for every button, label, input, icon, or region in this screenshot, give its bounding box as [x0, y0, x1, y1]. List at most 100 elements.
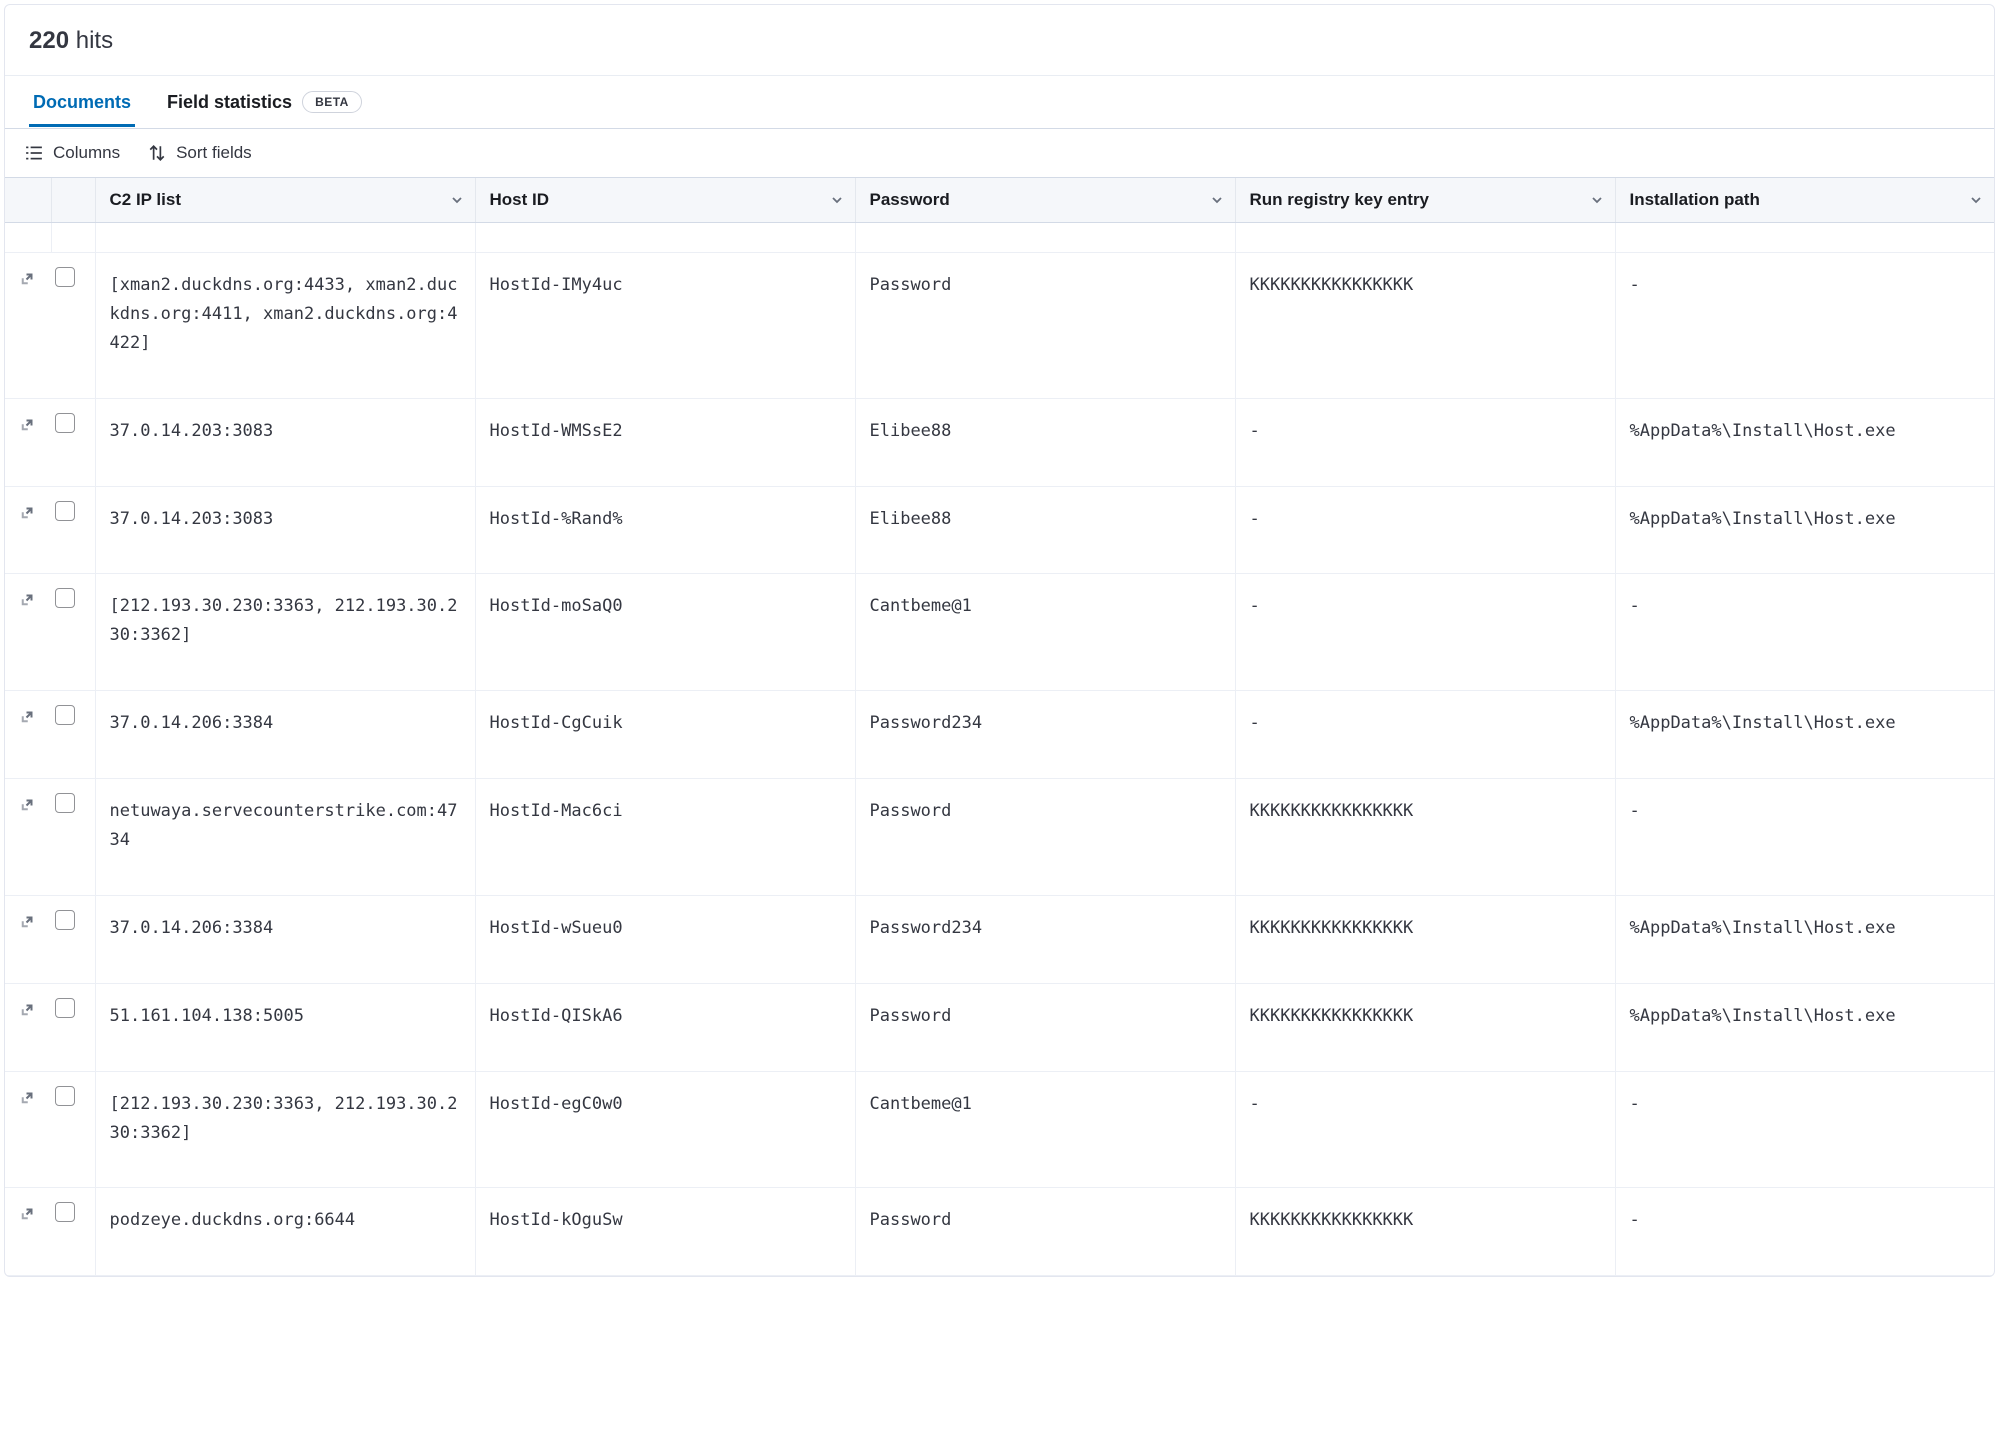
- table-row: 37.0.14.203:3083HostId-%Rand%Elibee88-%A…: [5, 486, 1994, 574]
- cell-registry: -: [1235, 398, 1615, 486]
- row-checkbox[interactable]: [55, 910, 75, 930]
- table-row: 37.0.14.206:3384HostId-CgCuikPassword234…: [5, 691, 1994, 779]
- header-install-path[interactable]: Installation path: [1615, 178, 1994, 223]
- cell-registry: KKKKKKKKKKKKKKKK: [1235, 895, 1615, 983]
- cell-registry: KKKKKKKKKKKKKKKK: [1235, 1188, 1615, 1276]
- expand-row-button[interactable]: [19, 267, 39, 287]
- cell-password: Cantbeme@1: [855, 1071, 1235, 1188]
- cell-registry: -: [1235, 691, 1615, 779]
- sort-icon: [148, 144, 166, 162]
- expand-row-button[interactable]: [19, 793, 39, 813]
- chevron-down-icon[interactable]: [829, 192, 845, 208]
- discover-panel: 220 hits Documents Field statistics BETA…: [4, 4, 1995, 1277]
- cell-password: Password: [855, 983, 1235, 1071]
- header-expand: [5, 178, 51, 223]
- cell-path: %AppData%\Install\Host.exe: [1615, 486, 1994, 574]
- beta-badge: BETA: [302, 91, 362, 113]
- columns-button[interactable]: Columns: [25, 143, 120, 163]
- cell-host: HostId-IMy4uc: [475, 253, 855, 399]
- header-password-label: Password: [870, 190, 950, 209]
- cell-c2: [212.193.30.230:3363, 212.193.30.230:336…: [95, 1071, 475, 1188]
- cell-c2: 37.0.14.206:3384: [95, 895, 475, 983]
- cell-registry: KKKKKKKKKKKKKKKK: [1235, 779, 1615, 896]
- expand-row-button[interactable]: [19, 998, 39, 1018]
- sort-fields-button[interactable]: Sort fields: [148, 143, 252, 163]
- cell-registry: -: [1235, 574, 1615, 691]
- cell-registry: KKKKKKKKKKKKKKKK: [1235, 253, 1615, 399]
- cell-host: HostId-%Rand%: [475, 486, 855, 574]
- tab-documents[interactable]: Documents: [29, 78, 135, 127]
- cell-password: Password: [855, 1188, 1235, 1276]
- expand-row-button[interactable]: [19, 413, 39, 433]
- chevron-down-icon[interactable]: [1209, 192, 1225, 208]
- cell-registry: -: [1235, 1071, 1615, 1188]
- cell-registry: KKKKKKKKKKKKKKKK: [1235, 983, 1615, 1071]
- tab-field-statistics[interactable]: Field statistics BETA: [163, 77, 366, 127]
- cell-path: %AppData%\Install\Host.exe: [1615, 983, 1994, 1071]
- cell-c2: podzeye.duckdns.org:6644: [95, 1188, 475, 1276]
- expand-row-button[interactable]: [19, 910, 39, 930]
- cell-password: Password234: [855, 691, 1235, 779]
- grid-body: [xman2.duckdns.org:4433, xman2.duckdns.o…: [5, 223, 1994, 1276]
- expand-row-button[interactable]: [19, 1086, 39, 1106]
- header-password[interactable]: Password: [855, 178, 1235, 223]
- cell-c2: 51.161.104.138:5005: [95, 983, 475, 1071]
- header-host[interactable]: Host ID: [475, 178, 855, 223]
- cell-path: %AppData%\Install\Host.exe: [1615, 398, 1994, 486]
- cell-c2: 37.0.14.203:3083: [95, 486, 475, 574]
- table-row: netuwaya.servecounterstrike.com:4734Host…: [5, 779, 1994, 896]
- chevron-down-icon[interactable]: [1968, 192, 1984, 208]
- expand-row-button[interactable]: [19, 501, 39, 521]
- chevron-down-icon[interactable]: [1589, 192, 1605, 208]
- row-checkbox[interactable]: [55, 793, 75, 813]
- row-checkbox[interactable]: [55, 998, 75, 1018]
- cell-password: Password: [855, 779, 1235, 896]
- tab-bar: Documents Field statistics BETA: [5, 75, 1994, 129]
- cell-path: -: [1615, 574, 1994, 691]
- table-row: 51.161.104.138:5005HostId-QISkA6Password…: [5, 983, 1994, 1071]
- row-checkbox[interactable]: [55, 267, 75, 287]
- expand-row-button[interactable]: [19, 1202, 39, 1222]
- cell-password: Elibee88: [855, 398, 1235, 486]
- header-select: [51, 178, 95, 223]
- cell-path: %AppData%\Install\Host.exe: [1615, 895, 1994, 983]
- hits-count-value: 220: [29, 27, 69, 54]
- cell-password: Password234: [855, 895, 1235, 983]
- cell-path: -: [1615, 1188, 1994, 1276]
- row-checkbox[interactable]: [55, 1086, 75, 1106]
- row-checkbox[interactable]: [55, 501, 75, 521]
- cell-path: -: [1615, 779, 1994, 896]
- header-registry[interactable]: Run registry key entry: [1235, 178, 1615, 223]
- cell-host: HostId-CgCuik: [475, 691, 855, 779]
- header-c2[interactable]: C2 IP list: [95, 178, 475, 223]
- cell-path: -: [1615, 253, 1994, 399]
- expand-row-button[interactable]: [19, 588, 39, 608]
- cell-path: -: [1615, 1071, 1994, 1188]
- header-registry-label: Run registry key entry: [1250, 190, 1430, 209]
- row-checkbox[interactable]: [55, 705, 75, 725]
- tab-field-statistics-label: Field statistics: [167, 92, 292, 113]
- expand-row-button[interactable]: [19, 705, 39, 725]
- row-checkbox[interactable]: [55, 413, 75, 433]
- filter-row: [5, 223, 1994, 253]
- columns-icon: [25, 144, 43, 162]
- cell-host: HostId-kOguSw: [475, 1188, 855, 1276]
- cell-c2: netuwaya.servecounterstrike.com:4734: [95, 779, 475, 896]
- table-row: podzeye.duckdns.org:6644HostId-kOguSwPas…: [5, 1188, 1994, 1276]
- table-row: [212.193.30.230:3363, 212.193.30.230:336…: [5, 574, 1994, 691]
- chevron-down-icon[interactable]: [449, 192, 465, 208]
- cell-password: Elibee88: [855, 486, 1235, 574]
- header-install-path-label: Installation path: [1630, 190, 1760, 209]
- header-c2-label: C2 IP list: [110, 190, 182, 209]
- columns-label: Columns: [53, 143, 120, 163]
- cell-c2: [xman2.duckdns.org:4433, xman2.duckdns.o…: [95, 253, 475, 399]
- row-checkbox[interactable]: [55, 1202, 75, 1222]
- cell-c2: 37.0.14.206:3384: [95, 691, 475, 779]
- row-checkbox[interactable]: [55, 588, 75, 608]
- cell-host: HostId-QISkA6: [475, 983, 855, 1071]
- cell-password: Password: [855, 253, 1235, 399]
- cell-registry: -: [1235, 486, 1615, 574]
- tab-documents-label: Documents: [33, 92, 131, 113]
- cell-host: HostId-WMSsE2: [475, 398, 855, 486]
- grid-header: C2 IP list Host ID Password: [5, 178, 1994, 223]
